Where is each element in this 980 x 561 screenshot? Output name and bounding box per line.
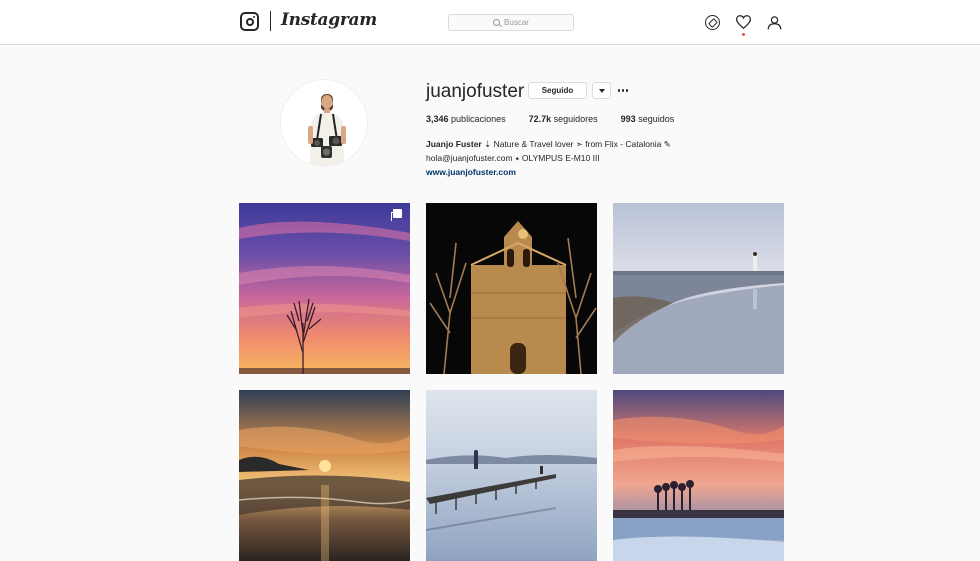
- dot: [617, 89, 621, 92]
- stat-followers[interactable]: 72.7k seguidores: [529, 114, 598, 124]
- profile-stats: 3,346 publicaciones 72.7k seguidores 993…: [426, 114, 697, 124]
- profile-icon[interactable]: [767, 15, 782, 30]
- chevron-down-icon: [598, 88, 605, 93]
- bio-line-2: hola@juanjofuster.com ⭑ OLYMPUS E-M10 II…: [426, 153, 600, 163]
- search-placeholder: Buscar: [504, 18, 529, 27]
- more-options-button[interactable]: [617, 82, 629, 99]
- multiple-images-icon: [391, 209, 403, 221]
- post-image-palms-pink-sky: [613, 390, 784, 561]
- post-image-beach-woman: [613, 203, 784, 374]
- compass-icon[interactable]: [705, 15, 720, 30]
- suggestions-dropdown-button[interactable]: [592, 82, 611, 99]
- post-thumbnail[interactable]: [239, 203, 410, 374]
- dot: [621, 89, 625, 92]
- post-image-pier-calm-water: [426, 390, 597, 561]
- stat-followers-count: 72.7k: [528, 114, 552, 124]
- profile-avatar[interactable]: [280, 79, 368, 167]
- profile-bio: Juanjo Fuster ⇣ Nature & Travel lover ➣ …: [426, 137, 671, 179]
- search-icon: [493, 19, 501, 26]
- bio-full-name: Juanjo Fuster: [426, 139, 482, 149]
- stat-posts-label: publicaciones: [451, 114, 506, 124]
- top-navigation-bar: Instagram Buscar: [0, 0, 980, 45]
- bio-text: ⇣ Nature & Travel lover ➣ from Flix - Ca…: [481, 139, 671, 149]
- instagram-wordmark[interactable]: Instagram: [281, 10, 377, 30]
- stat-posts-count: 3,346: [426, 114, 449, 124]
- profile-username: juanjofuster: [426, 81, 525, 102]
- post-image-sunset-waves: [239, 390, 410, 561]
- post-thumbnail[interactable]: [239, 390, 410, 561]
- heart-icon[interactable]: [735, 15, 752, 30]
- notification-dot: [742, 33, 745, 36]
- logo-divider: [270, 11, 271, 31]
- stat-followers-label: seguidores: [553, 114, 598, 124]
- following-button[interactable]: Seguido: [528, 82, 587, 99]
- post-thumbnail[interactable]: [426, 203, 597, 374]
- stat-following-label: seguidos: [638, 114, 675, 124]
- post-image-church-night: [426, 203, 597, 374]
- stat-following[interactable]: 993 seguidos: [621, 114, 675, 124]
- bio-website-link[interactable]: www.juanjofuster.com: [426, 165, 671, 179]
- post-thumbnail[interactable]: [426, 390, 597, 561]
- stat-following-count: 993: [620, 114, 636, 124]
- post-image-sunset-tree: [239, 203, 410, 374]
- instagram-logo-icon[interactable]: [240, 12, 259, 31]
- post-thumbnail[interactable]: [613, 390, 784, 561]
- bio-line-1: Juanjo Fuster ⇣ Nature & Travel lover ➣ …: [426, 137, 671, 151]
- search-input[interactable]: Buscar: [448, 14, 574, 31]
- dot: [625, 89, 629, 92]
- post-thumbnail[interactable]: [613, 203, 784, 374]
- stat-posts: 3,346 publicaciones: [426, 114, 506, 124]
